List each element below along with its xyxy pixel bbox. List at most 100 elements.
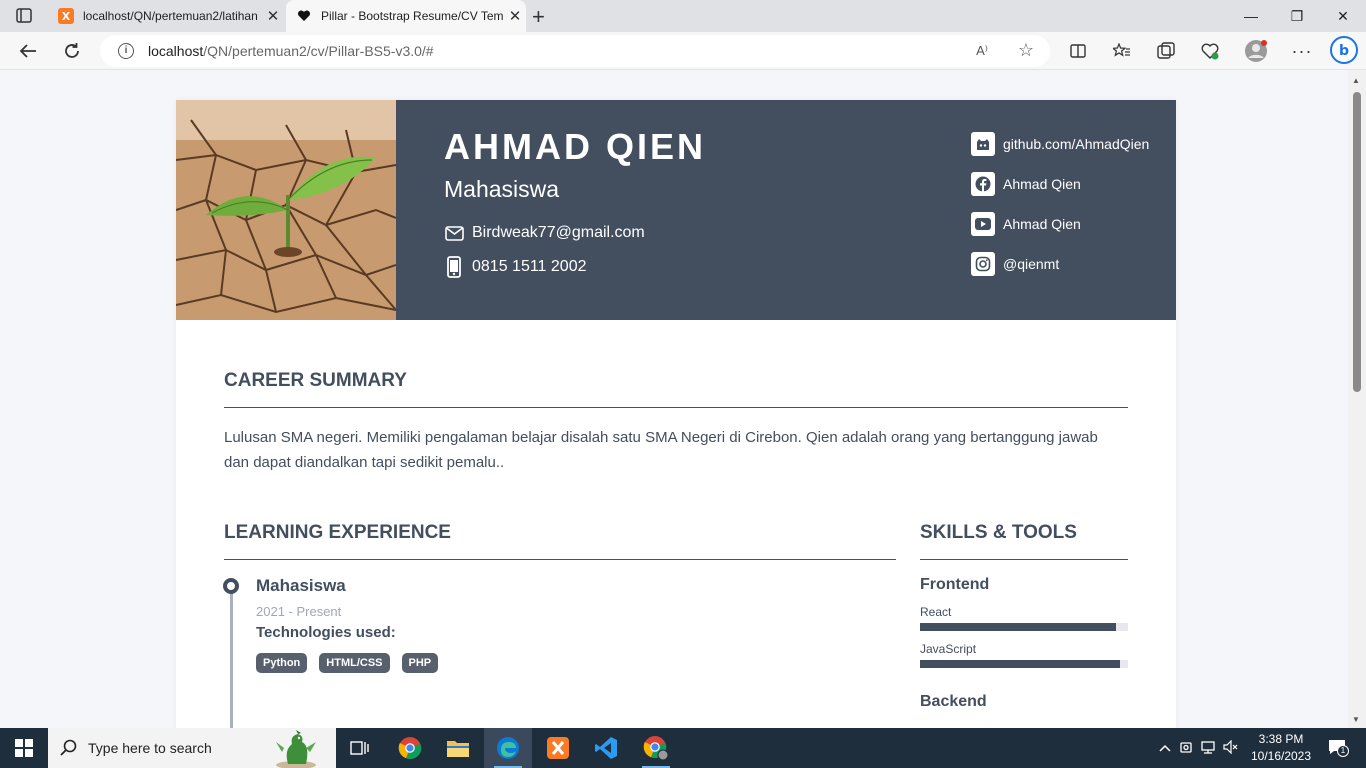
technology-tags: Python HTML/CSS PHP: [256, 653, 439, 673]
browser-tab-bar: X localhost/QN/pertemuan2/latihan ✕ Pill…: [0, 0, 1366, 32]
experience-title: Mahasiswa: [256, 576, 346, 595]
instagram-icon: [971, 252, 995, 276]
skill-bar-react: [920, 623, 1128, 631]
collections-icon[interactable]: [1154, 40, 1178, 62]
social-label: Ahmad Qien: [1003, 176, 1081, 192]
scroll-down-icon[interactable]: ▼: [1352, 715, 1360, 724]
phone-contact[interactable]: 0815 1511 2002: [444, 256, 586, 278]
chrome-profile-app-icon[interactable]: [632, 728, 680, 768]
phone-text: 0815 1511 2002: [472, 258, 587, 275]
timeline-dot: [223, 578, 239, 594]
taskbar-search[interactable]: Type here to search: [48, 728, 336, 768]
more-options-icon[interactable]: ···: [1290, 40, 1314, 62]
windows-taskbar: Type here to search 3:38 PM 10/16/2023 1: [0, 728, 1366, 768]
skill-name-javascript: JavaScript: [920, 642, 977, 656]
skill-name-react: React: [920, 605, 952, 619]
network-icon[interactable]: [1198, 740, 1220, 757]
facebook-icon: [971, 172, 995, 196]
resume-header: AHMAD QIEN Mahasiswa Birdweak77@gmail.co…: [176, 100, 1176, 320]
close-window-icon[interactable]: ✕: [1320, 0, 1366, 32]
clock-time: 3:38 PM: [1258, 732, 1304, 746]
timeline-line: [230, 590, 233, 728]
skills-tools-heading: SKILLS & TOOLS: [920, 522, 1077, 543]
browser-toolbar: i localhost/QN/pertemuan2/cv/Pillar-BS5-…: [0, 32, 1366, 70]
scrollbar-thumb[interactable]: [1353, 92, 1361, 392]
page-scrollbar[interactable]: ▲ ▼: [1348, 70, 1366, 728]
phone-icon: [444, 256, 464, 278]
scroll-up-icon[interactable]: ▲: [1352, 76, 1360, 85]
tab-actions-icon[interactable]: [10, 6, 38, 26]
youtube-icon: [971, 212, 995, 236]
windows-start-icon[interactable]: [0, 728, 48, 768]
page-viewport: AHMAD QIEN Mahasiswa Birdweak77@gmail.co…: [0, 70, 1348, 728]
skill-bar-fill: [920, 623, 1116, 631]
social-link-facebook[interactable]: Ahmad Qien: [971, 172, 1081, 196]
new-tab-icon[interactable]: +: [532, 4, 545, 30]
email-text: Birdweak77@gmail.com: [472, 224, 645, 241]
skill-bar-fill: [920, 660, 1120, 668]
refresh-icon[interactable]: [60, 40, 84, 62]
notification-icon: 1: [1328, 739, 1349, 758]
minimize-icon[interactable]: —: [1228, 0, 1274, 32]
social-link-youtube[interactable]: Ahmad Qien: [971, 212, 1081, 236]
email-contact[interactable]: Birdweak77@gmail.com: [444, 224, 645, 242]
skill-category-backend: Backend: [920, 693, 987, 710]
site-info-icon[interactable]: i: [118, 43, 134, 59]
section-divider: [224, 559, 896, 560]
xampp-app-icon[interactable]: [534, 728, 582, 768]
search-placeholder: Type here to search: [88, 740, 212, 756]
file-explorer-icon[interactable]: [434, 728, 482, 768]
tab-title: Pillar - Bootstrap Resume/CV Template: [321, 9, 504, 23]
social-label: github.com/AhmadQien: [1003, 136, 1150, 152]
url-text: localhost/QN/pertemuan2/cv/Pillar-BS5-v3…: [148, 43, 434, 59]
notification-center[interactable]: 1: [1322, 728, 1352, 768]
svg-text:b: b: [1339, 43, 1349, 59]
resume-name: AHMAD QIEN: [444, 126, 706, 167]
favorites-icon[interactable]: [1110, 40, 1134, 62]
browser-essentials-icon[interactable]: [1198, 40, 1222, 62]
address-bar[interactable]: i localhost/QN/pertemuan2/cv/Pillar-BS5-…: [100, 35, 1050, 67]
read-aloud-icon[interactable]: A⁾: [976, 43, 988, 59]
meet-now-icon[interactable]: [1174, 740, 1198, 757]
close-tab-icon[interactable]: ✕: [262, 7, 284, 25]
tab-title: localhost/QN/pertemuan2/latihan: [83, 9, 258, 23]
career-summary-text: Lulusan SMA negeri. Memiliki pengalaman …: [224, 429, 1098, 471]
chrome-app-icon[interactable]: [386, 728, 434, 768]
task-view-icon[interactable]: [336, 728, 384, 768]
skill-bar-javascript: [920, 660, 1128, 668]
section-divider: [920, 559, 1128, 560]
split-screen-icon[interactable]: [1066, 40, 1090, 62]
social-link-instagram[interactable]: @qienmt: [971, 252, 1059, 276]
browser-tab-pillar[interactable]: Pillar - Bootstrap Resume/CV Template ✕: [286, 0, 526, 32]
vscode-app-icon[interactable]: [582, 728, 630, 768]
close-tab-icon[interactable]: ✕: [504, 7, 526, 25]
technologies-label: Technologies used:: [256, 624, 396, 641]
notification-count: 1: [1337, 744, 1349, 757]
profile-avatar-icon[interactable]: [1244, 40, 1268, 62]
experience-date: 2021 - Present: [256, 604, 342, 619]
clock-date: 10/16/2023: [1250, 749, 1312, 763]
taskbar-clock[interactable]: 3:38 PM 10/16/2023: [1246, 731, 1316, 765]
search-icon: [60, 739, 78, 762]
resume-card: AHMAD QIEN Mahasiswa Birdweak77@gmail.co…: [176, 100, 1176, 728]
heart-icon: [296, 8, 312, 24]
chevron-up-icon[interactable]: [1156, 741, 1174, 755]
tech-tag: Python: [256, 653, 308, 673]
bing-copilot-icon[interactable]: b: [1330, 36, 1358, 64]
restore-icon[interactable]: ❐: [1274, 0, 1320, 32]
section-divider: [224, 407, 1128, 408]
learning-experience-heading: LEARNING EXPERIENCE: [224, 522, 451, 543]
career-summary-heading: CAREER SUMMARY: [224, 370, 407, 391]
tech-tag: PHP: [401, 653, 439, 673]
social-link-github[interactable]: github.com/AhmadQien: [971, 132, 1149, 156]
browser-tab-latihan[interactable]: X localhost/QN/pertemuan2/latihan ✕: [48, 0, 284, 32]
volume-muted-icon[interactable]: [1220, 739, 1242, 757]
edge-app-icon[interactable]: [484, 728, 532, 768]
back-icon[interactable]: [16, 40, 40, 62]
tech-tag: HTML/CSS: [319, 653, 390, 673]
system-tray: [1156, 728, 1242, 768]
social-label: Ahmad Qien: [1003, 216, 1081, 232]
social-label: @qienmt: [1003, 256, 1060, 272]
favorite-star-icon[interactable]: ☆: [1018, 40, 1034, 61]
skill-category-frontend: Frontend: [920, 576, 990, 593]
